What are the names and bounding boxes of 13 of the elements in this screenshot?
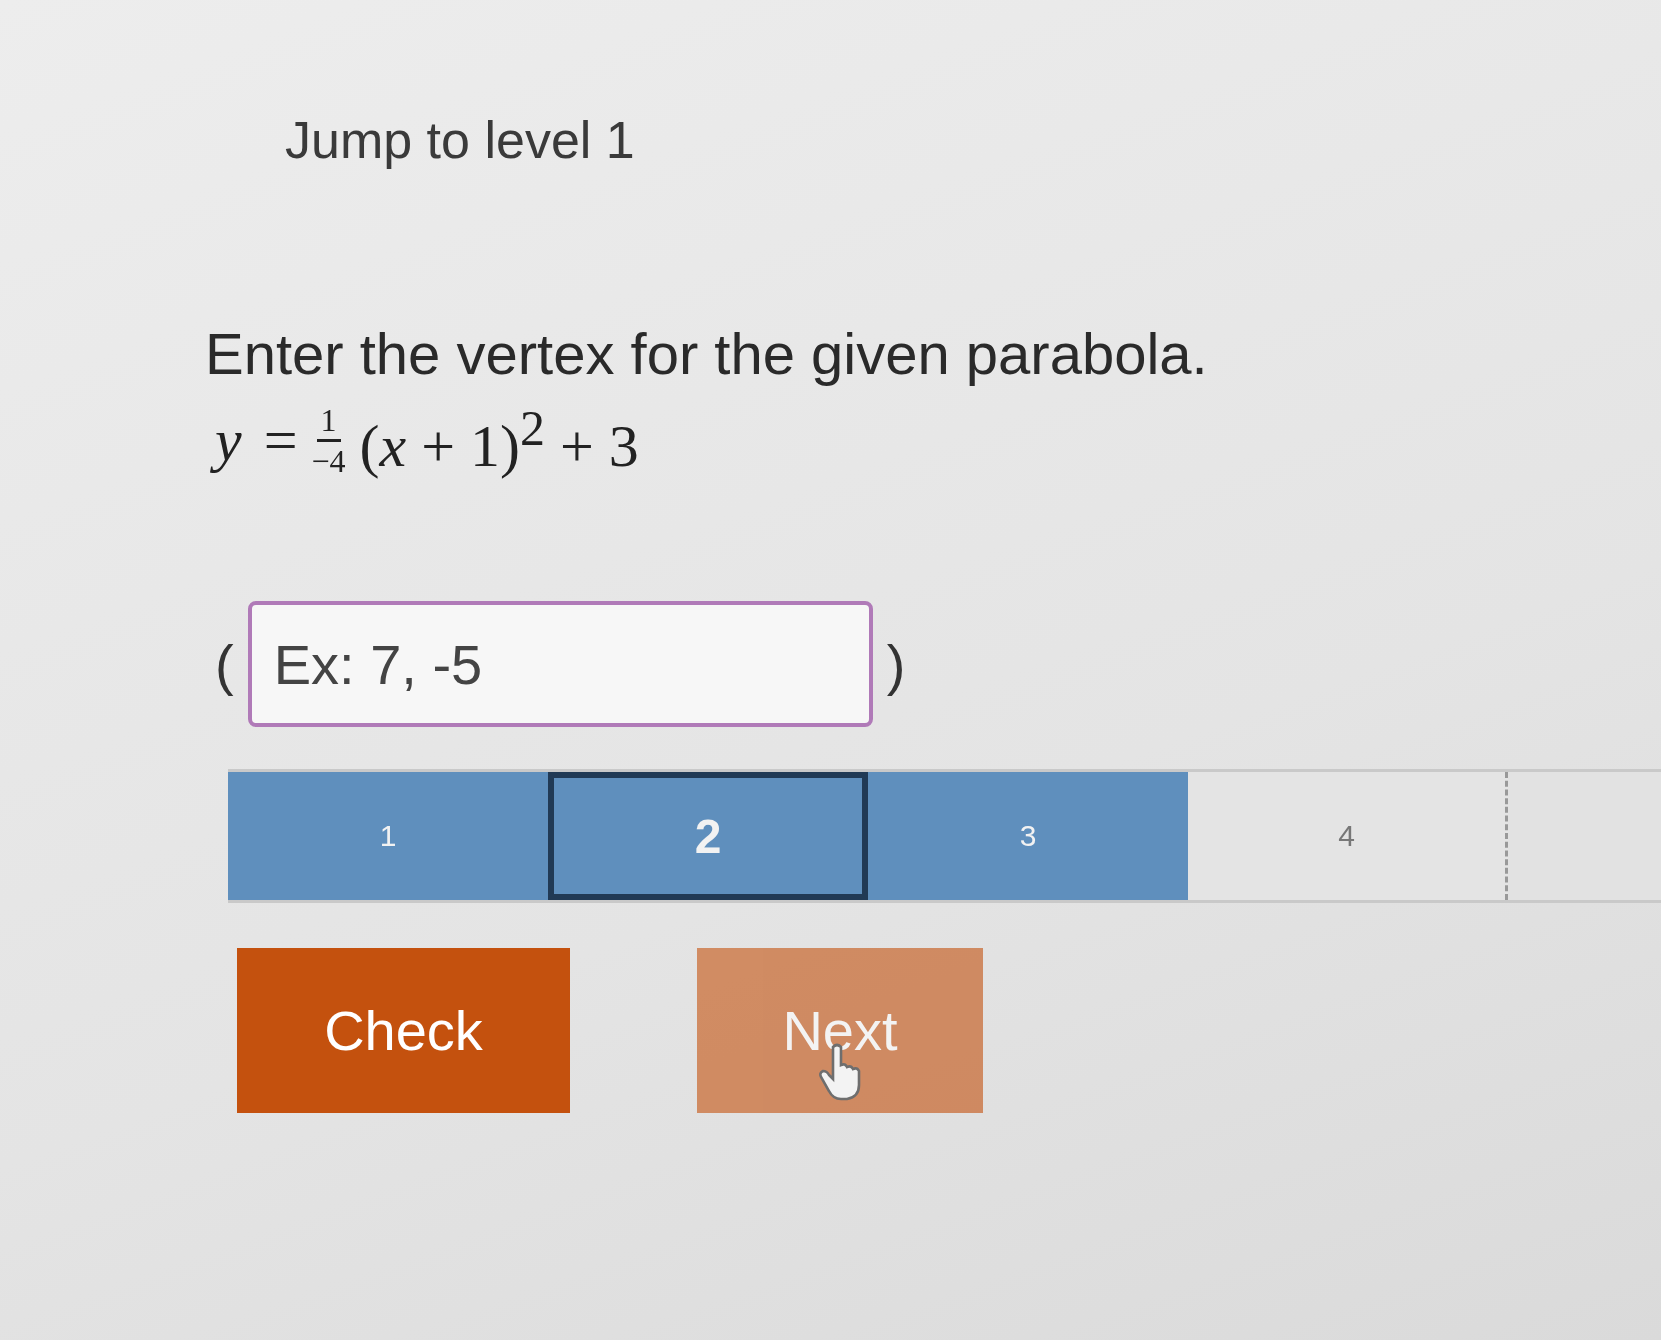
equation-variable: y — [205, 401, 250, 479]
equation-body: (x + 1)$^{2}$ + 3 — [359, 399, 639, 481]
level-segment[interactable]: 1 — [228, 772, 548, 900]
level-segment[interactable]: 3 — [868, 772, 1188, 900]
level-title: Jump to level 1 — [285, 110, 636, 170]
open-parenthesis: ( — [215, 631, 234, 697]
check-button[interactable]: Check — [237, 948, 570, 1113]
level-segment[interactable]: 2 — [548, 772, 868, 900]
vertex-input-field[interactable]: Ex: 7, -5 — [247, 601, 873, 727]
fraction: 1 −4 — [311, 403, 346, 477]
close-parenthesis: ) — [886, 631, 906, 697]
equals-sign: = — [263, 405, 298, 475]
question-prompt: Enter the vertex for the given parabola. — [205, 320, 1209, 387]
